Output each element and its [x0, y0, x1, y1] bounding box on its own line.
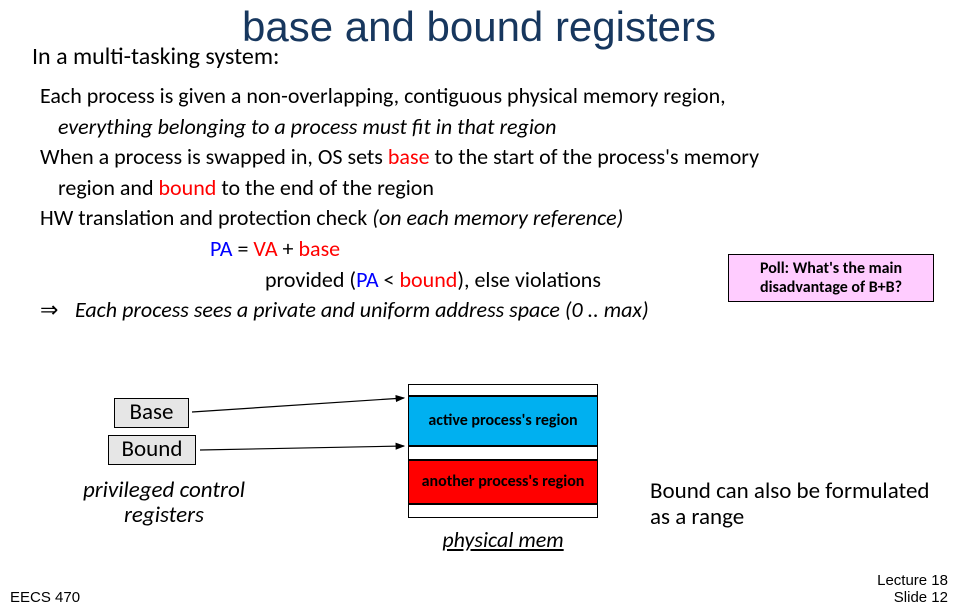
body-line1b: everything belonging to a process must f… [40, 113, 938, 142]
mem-gap-1 [408, 446, 598, 460]
va-term: VA [253, 235, 277, 262]
poll-line2: disadvantage of B+B? [731, 278, 931, 297]
memory-column: active process's region another process'… [408, 384, 598, 518]
base-term: base [298, 235, 340, 262]
poll-callout: Poll: What's the main disadvantage of B+… [728, 254, 934, 302]
base-keyword: base [388, 143, 430, 170]
base-register-box: Base [114, 398, 189, 428]
body-line3: HW translation and protection check (on … [40, 204, 938, 233]
mem-gap-0 [408, 384, 598, 396]
course-code: EECS 470 [10, 589, 80, 606]
active-region: active process's region [408, 396, 598, 446]
pa-term: PA [210, 235, 232, 262]
physical-mem-label: physical mem [408, 526, 598, 553]
slide-subtitle: In a multi-tasking system: [32, 42, 279, 71]
another-region: another process's region [408, 460, 598, 504]
poll-line1: Poll: What's the main [731, 259, 931, 278]
bound-register-box: Bound [108, 435, 196, 465]
bound-keyword: bound [159, 174, 217, 201]
body-line1: Each process is given a non-overlapping,… [40, 82, 938, 111]
implies-icon: ⇒ [40, 296, 70, 325]
bound-note: Bound can also be formulated as a range [650, 478, 950, 531]
body-line2-cont: region and bound to the end of the regio… [40, 174, 938, 203]
privileged-label: privileged control registers [74, 478, 254, 529]
diagram-area: Base Bound privileged control registers … [0, 380, 958, 612]
mem-gap-2 [408, 504, 598, 518]
lecture-slide-number: Lecture 18 Slide 12 [877, 573, 948, 606]
body-line2: When a process is swapped in, OS sets ba… [40, 143, 938, 172]
